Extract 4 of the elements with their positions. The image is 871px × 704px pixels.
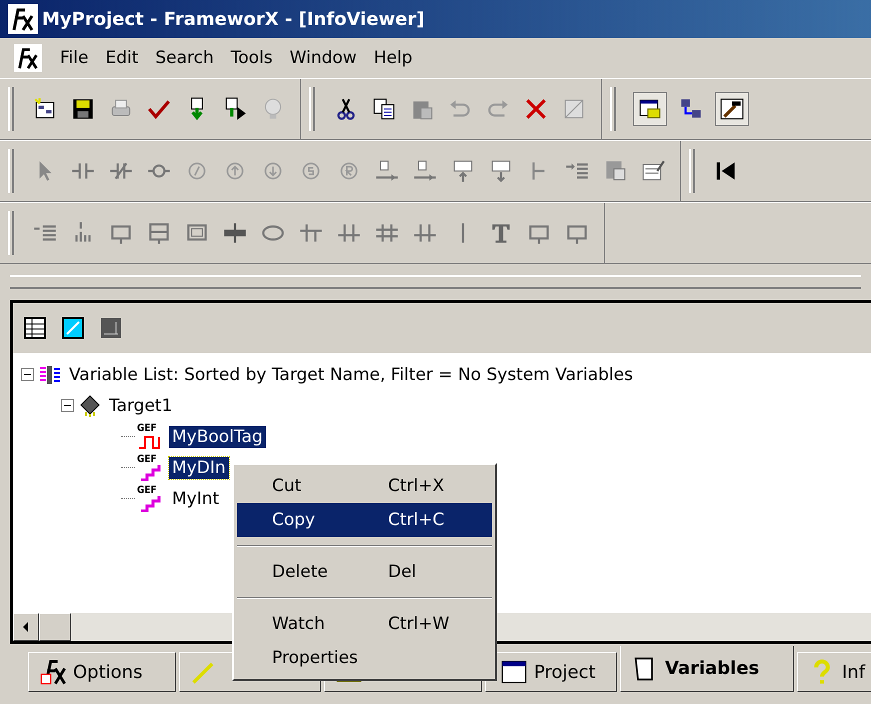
window-title: MyProject - FrameworX - [InfoViewer] bbox=[42, 8, 424, 30]
tag-type-label: GEF bbox=[137, 454, 158, 465]
tag-type-label: GEF bbox=[137, 485, 158, 496]
tag-type-label: GEF bbox=[137, 423, 158, 434]
